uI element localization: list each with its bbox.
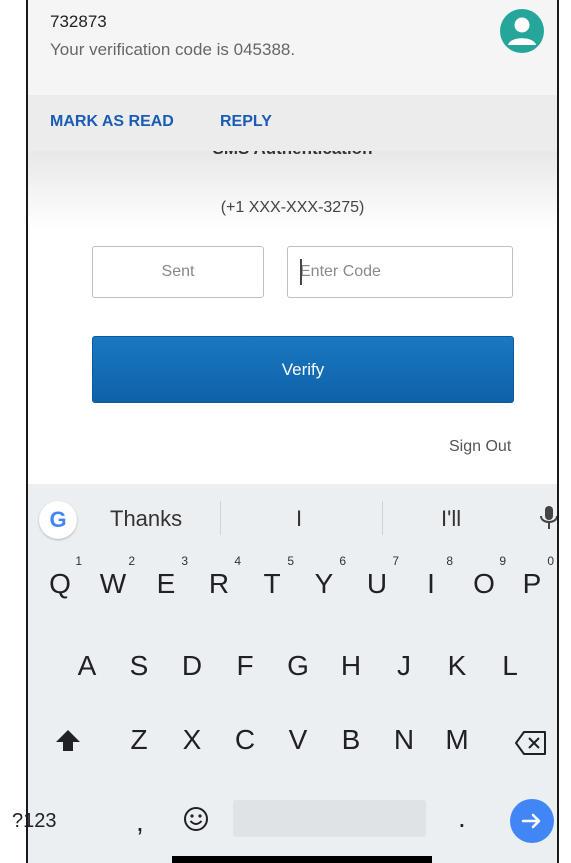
key-hint: 9 — [499, 554, 506, 568]
phone-number: (+1 XXX-XXX-3275) — [220, 199, 365, 216]
key-k[interactable]: K — [437, 650, 477, 682]
key-hint: 3 — [181, 554, 188, 568]
key-e[interactable]: E3 — [146, 554, 188, 600]
suggestion-bar: G Thanks I I'll — [28, 484, 558, 552]
key-hint: 0 — [547, 554, 554, 568]
sent-status-button[interactable]: Sent — [92, 246, 264, 298]
key-label: P — [522, 568, 542, 599]
google-logo-icon[interactable]: G — [39, 501, 77, 539]
key-label: E — [156, 568, 176, 599]
suggestion-divider — [220, 501, 221, 535]
key-label: I — [427, 568, 435, 599]
key-label: U — [366, 568, 388, 599]
key-hint: 6 — [339, 554, 346, 568]
key-v[interactable]: V — [278, 724, 318, 756]
key-i[interactable]: I8 — [411, 554, 453, 600]
verify-button[interactable]: Verify — [92, 336, 514, 403]
key-o[interactable]: O9 — [464, 554, 506, 600]
key-hint: 2 — [128, 554, 135, 568]
key-j[interactable]: J — [384, 650, 424, 682]
key-q[interactable]: Q1 — [40, 554, 82, 600]
key-hint: 1 — [75, 554, 82, 568]
key-r[interactable]: R4 — [199, 554, 241, 600]
key-hint: 7 — [392, 554, 399, 568]
key-t[interactable]: T5 — [252, 554, 294, 600]
key-n[interactable]: N — [384, 724, 424, 756]
key-s[interactable]: S — [119, 650, 159, 682]
key-label: W — [99, 568, 127, 599]
period-key[interactable]: . — [458, 802, 466, 834]
key-hint: 8 — [446, 554, 453, 568]
key-label: O — [473, 568, 495, 599]
navigation-bar — [172, 856, 432, 863]
notification-message: Your verification code is 045388. — [50, 40, 296, 59]
sign-out-link[interactable]: Sign Out — [449, 438, 511, 456]
key-label: Q — [49, 568, 71, 599]
left-frame-border — [26, 0, 28, 863]
key-u[interactable]: U7 — [357, 554, 399, 600]
page-title: SMS Authentication — [28, 151, 557, 159]
key-l[interactable]: L — [490, 650, 530, 682]
key-d[interactable]: D — [172, 650, 212, 682]
reply-button[interactable]: REPLY — [220, 113, 272, 131]
key-g[interactable]: G — [278, 650, 318, 682]
verification-code-input[interactable] — [287, 246, 513, 298]
key-m[interactable]: M — [437, 724, 477, 756]
key-x[interactable]: X — [172, 724, 212, 756]
suggestion-1[interactable]: Thanks — [110, 506, 182, 532]
emoji-icon[interactable] — [183, 806, 209, 832]
space-bar[interactable] — [233, 800, 426, 837]
mark-as-read-button[interactable]: MARK AS READ — [50, 113, 174, 131]
arrow-right-icon[interactable] — [510, 799, 554, 843]
suggestion-2[interactable]: I — [296, 506, 302, 532]
backspace-icon[interactable] — [514, 730, 548, 761]
key-w[interactable]: W2 — [93, 554, 135, 600]
shift-icon[interactable] — [54, 727, 82, 760]
comma-key[interactable]: , — [136, 806, 144, 838]
contact-avatar-icon — [500, 9, 544, 53]
key-hint: 5 — [287, 554, 294, 568]
sms-auth-page: SMS Authentication (+1 XXX-XXX-3275) Sen… — [28, 151, 557, 484]
key-label: T — [263, 568, 281, 599]
symbols-key[interactable]: ?123 — [12, 810, 57, 833]
notification-sender: 732873 — [50, 12, 107, 31]
key-h[interactable]: H — [331, 650, 371, 682]
key-y[interactable]: Y6 — [304, 554, 346, 600]
key-b[interactable]: B — [331, 724, 371, 756]
key-a[interactable]: A — [67, 650, 107, 682]
suggestion-divider — [382, 501, 383, 535]
right-frame-border — [557, 0, 559, 863]
key-label: R — [208, 568, 230, 599]
key-f[interactable]: F — [225, 650, 265, 682]
key-z[interactable]: Z — [119, 724, 159, 756]
key-hint: 4 — [234, 554, 241, 568]
key-p[interactable]: P0 — [512, 554, 554, 600]
key-label: Y — [314, 568, 334, 599]
text-cursor — [300, 259, 302, 285]
suggestion-3[interactable]: I'll — [441, 506, 461, 532]
key-c[interactable]: C — [225, 724, 265, 756]
